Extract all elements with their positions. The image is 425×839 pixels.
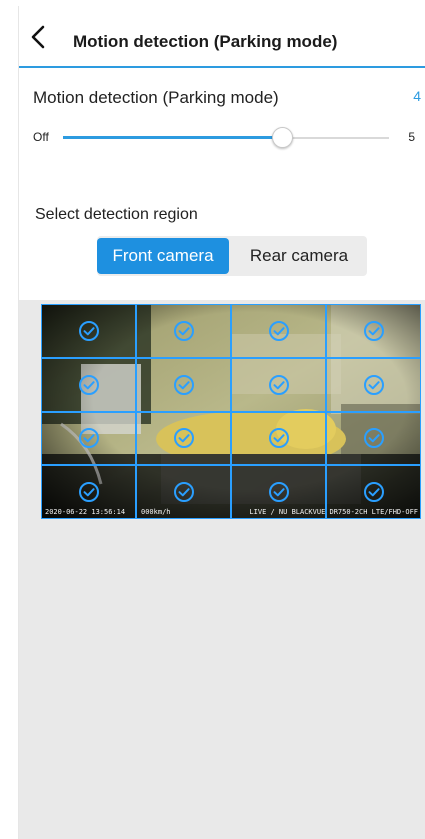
grid-cell[interactable] — [231, 357, 326, 412]
grid-cell[interactable] — [326, 411, 421, 466]
grid-cell[interactable] — [136, 304, 231, 358]
grid-cell[interactable] — [41, 411, 136, 466]
grid-cell[interactable] — [326, 357, 421, 412]
header-divider — [19, 66, 425, 68]
camera-segmented-control: Front camera Rear camera — [97, 236, 367, 276]
rear-camera-tab[interactable]: Rear camera — [231, 238, 367, 274]
check-circle-icon — [268, 374, 289, 395]
check-circle-icon — [78, 428, 99, 449]
check-circle-icon — [363, 320, 384, 341]
detection-grid — [41, 304, 421, 519]
check-circle-icon — [363, 428, 384, 449]
grid-cell[interactable] — [41, 304, 136, 358]
setting-title: Motion detection (Parking mode) — [33, 88, 279, 107]
setting-value: 4 — [413, 88, 421, 104]
camera-info: LIVE / NU BLACKVUE DR750-2CH LTE/FHD-OFF — [249, 508, 418, 516]
grid-cell[interactable] — [41, 357, 136, 412]
slider-thumb[interactable] — [272, 127, 293, 148]
camera-preview: 2020-06-22 13:56:14 000km/h LIVE / NU BL… — [41, 304, 421, 519]
grid-cell[interactable] — [231, 304, 326, 358]
check-circle-icon — [173, 320, 194, 341]
check-circle-icon — [173, 374, 194, 395]
slider-fill — [63, 136, 282, 139]
check-circle-icon — [78, 482, 99, 503]
slider-min-label: Off — [33, 130, 49, 144]
front-camera-tab[interactable]: Front camera — [97, 238, 229, 274]
check-circle-icon — [363, 482, 384, 503]
sensitivity-slider[interactable] — [63, 123, 389, 153]
check-circle-icon — [363, 374, 384, 395]
grid-cell[interactable] — [231, 411, 326, 466]
check-circle-icon — [173, 428, 194, 449]
check-circle-icon — [268, 482, 289, 503]
check-circle-icon — [78, 374, 99, 395]
grid-cell[interactable] — [326, 304, 421, 358]
camera-timestamp: 2020-06-22 13:56:14 — [45, 508, 126, 516]
grid-cell[interactable] — [136, 357, 231, 412]
app-screen: Motion detection (Parking mode) Motion d… — [18, 6, 425, 839]
top-bar: Motion detection (Parking mode) — [19, 6, 425, 66]
check-circle-icon — [78, 320, 99, 341]
slider-max-label: 5 — [408, 130, 415, 144]
check-circle-icon — [173, 482, 194, 503]
check-circle-icon — [268, 320, 289, 341]
camera-speed: 000km/h — [141, 508, 171, 516]
page-title: Motion detection (Parking mode) — [73, 32, 338, 51]
region-title: Select detection region — [35, 206, 198, 223]
grid-cell[interactable] — [136, 411, 231, 466]
back-chevron-icon[interactable] — [27, 24, 51, 50]
check-circle-icon — [268, 428, 289, 449]
